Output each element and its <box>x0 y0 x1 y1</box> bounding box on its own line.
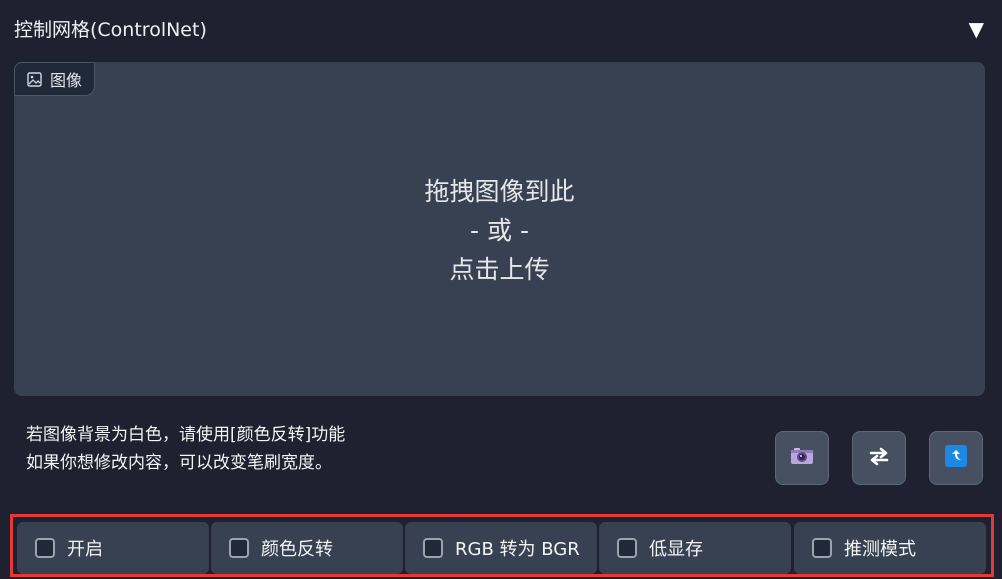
option-enable[interactable]: 开启 <box>17 522 209 574</box>
drop-line-or: - 或 - <box>470 216 529 245</box>
option-rgb-to-bgr[interactable]: RGB 转为 BGR <box>405 522 597 574</box>
swap-button[interactable] <box>852 431 906 485</box>
send-up-icon <box>945 445 967 471</box>
guess-mode-checkbox[interactable] <box>812 538 832 558</box>
option-low-vram[interactable]: 低显存 <box>599 522 791 574</box>
drop-zone-text[interactable]: 拖拽图像到此 - 或 - 点击上传 <box>14 172 985 289</box>
enable-checkbox[interactable] <box>35 538 55 558</box>
invert-color-checkbox[interactable] <box>229 538 249 558</box>
drop-line-click-upload: 点击上传 <box>449 255 550 284</box>
usage-hint: 若图像背景为白色，请使用[颜色反转]功能 如果你想修改内容，可以改变笔刷宽度。 <box>26 421 345 477</box>
drop-line-drag: 拖拽图像到此 <box>424 177 575 206</box>
hint-line-brush: 如果你想修改内容，可以改变笔刷宽度。 <box>26 453 332 473</box>
option-invert-color[interactable]: 颜色反转 <box>211 522 403 574</box>
camera-icon <box>790 446 814 470</box>
collapse-toggle-icon[interactable]: ▼ <box>969 16 984 42</box>
option-label: 开启 <box>67 539 103 560</box>
option-label: 推测模式 <box>844 539 916 560</box>
image-icon <box>27 71 42 87</box>
hint-line-invert: 若图像背景为白色，请使用[颜色反转]功能 <box>26 425 346 445</box>
option-label: 颜色反转 <box>261 539 333 560</box>
low-vram-checkbox[interactable] <box>617 538 637 558</box>
option-label: RGB 转为 BGR <box>455 539 580 560</box>
image-upload-area[interactable]: 图像 拖拽图像到此 - 或 - 点击上传 <box>14 62 985 396</box>
rgb-to-bgr-checkbox[interactable] <box>423 538 443 558</box>
section-title: 控制网格(ControlNet) <box>14 19 207 41</box>
webcam-button[interactable] <box>775 431 829 485</box>
option-guess-mode[interactable]: 推测模式 <box>794 522 986 574</box>
controlnet-header[interactable]: 控制网格(ControlNet) ▼ <box>0 0 1002 60</box>
send-button[interactable] <box>929 431 983 485</box>
option-label: 低显存 <box>649 539 703 560</box>
image-tab-label: 图像 <box>50 71 83 90</box>
swap-arrows-icon <box>868 446 890 470</box>
options-row: 开启 颜色反转 RGB 转为 BGR 低显存 推测模式 <box>10 514 994 577</box>
image-tab: 图像 <box>14 62 96 96</box>
